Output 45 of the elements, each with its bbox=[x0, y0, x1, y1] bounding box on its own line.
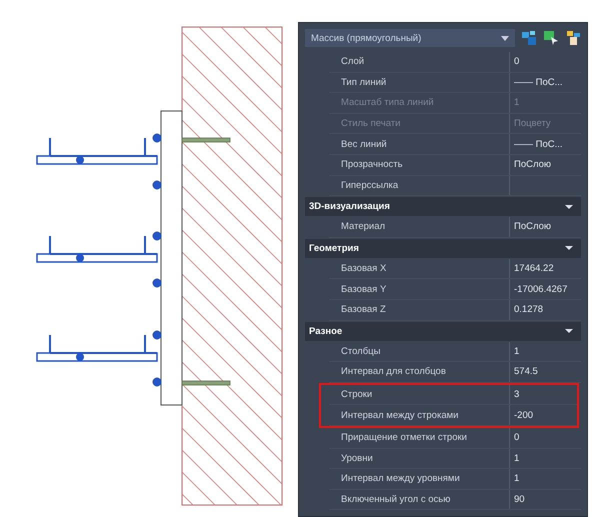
property-value[interactable]: 90 bbox=[509, 490, 581, 510]
property-label: Базовая X bbox=[340, 263, 388, 274]
property-label: Строки bbox=[340, 389, 374, 400]
property-label: Вес линий bbox=[340, 138, 388, 150]
property-label: Гиперссылка bbox=[340, 180, 400, 191]
cursor-square-icon[interactable] bbox=[543, 30, 559, 46]
property-label: Столбцы bbox=[340, 346, 382, 357]
section-header[interactable]: Разное bbox=[305, 322, 581, 341]
property-label: Стиль печати bbox=[340, 118, 402, 130]
property-value[interactable]: 1 bbox=[509, 469, 581, 489]
property-label: Материал bbox=[340, 221, 386, 232]
property-value[interactable]: 1 bbox=[509, 342, 581, 362]
property-value[interactable]: ПоСлою bbox=[509, 154, 581, 175]
property-label: Базовая Y bbox=[340, 284, 388, 295]
property-label: Интервал для столбцов bbox=[340, 366, 447, 378]
property-value[interactable]: —— ПоС... bbox=[509, 72, 581, 92]
property-label: Интервал между уровнями bbox=[340, 473, 461, 484]
property-value[interactable]: ПоСлою bbox=[509, 217, 581, 237]
property-value[interactable]: 1 bbox=[509, 448, 581, 468]
property-label: Уровни bbox=[340, 452, 374, 464]
property-label: Приращение отметки строки bbox=[340, 432, 468, 444]
squares-icon[interactable] bbox=[521, 30, 537, 46]
caret-icon bbox=[501, 36, 509, 40]
caret-icon bbox=[565, 244, 573, 252]
property-value[interactable]: -200 bbox=[509, 405, 577, 425]
property-label: Базовая Z bbox=[340, 304, 387, 316]
caret-icon bbox=[565, 202, 573, 211]
property-label: Тип линий bbox=[340, 76, 388, 88]
property-value[interactable]: 0.1278 bbox=[509, 300, 581, 320]
property-label: Масштаб типа линий bbox=[340, 97, 435, 108]
property-label: Включенный угол с осью bbox=[340, 494, 452, 505]
property-label: Прозрачность bbox=[340, 159, 404, 170]
object-type-dropdown[interactable]: Массив (прямоугольный) bbox=[305, 29, 515, 47]
section-header[interactable]: Геометрия bbox=[305, 238, 581, 258]
property-label: Интервал между строками bbox=[340, 410, 460, 421]
property-value[interactable]: 574.5 bbox=[509, 362, 581, 382]
property-value[interactable]: -17006.4267 bbox=[509, 279, 581, 299]
property-value[interactable]: 0 bbox=[509, 52, 581, 72]
section-header[interactable]: 3D-визуализация bbox=[305, 197, 581, 216]
property-value[interactable]: 17464.22 bbox=[509, 258, 581, 278]
property-value[interactable]: —— ПоС... bbox=[509, 134, 581, 154]
property-value[interactable]: 3 bbox=[509, 384, 577, 404]
property-label: Слой bbox=[340, 56, 366, 68]
caret-icon bbox=[565, 327, 573, 336]
property-value[interactable]: 0 bbox=[509, 428, 581, 448]
